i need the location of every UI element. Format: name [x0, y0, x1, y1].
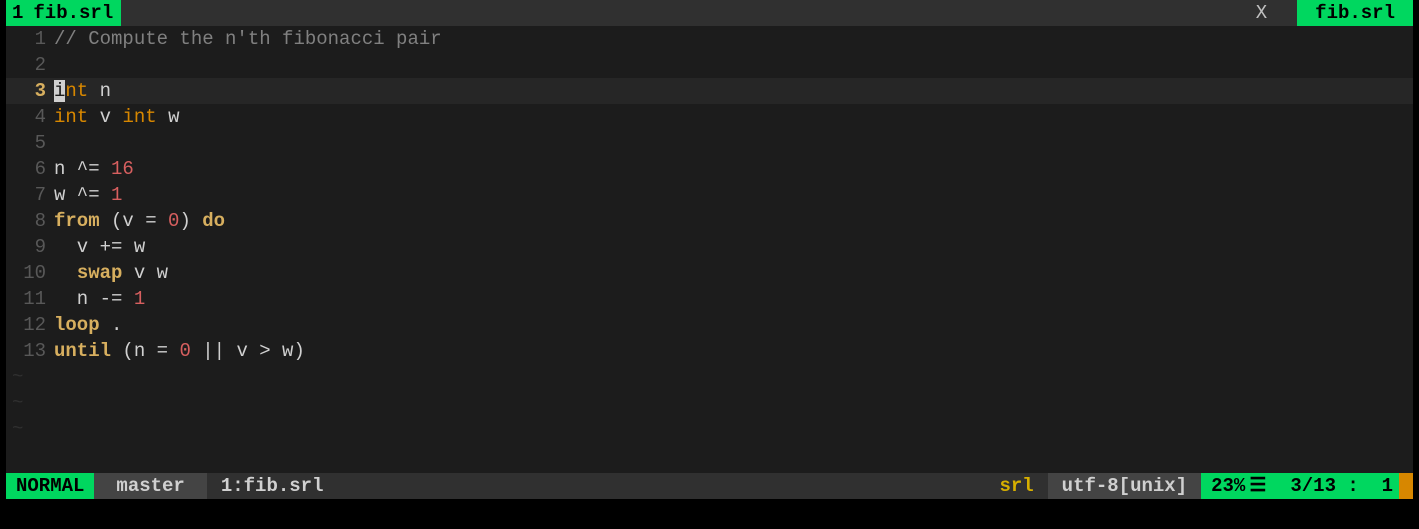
code-line[interactable]: 11 n -= 1 — [6, 286, 1413, 312]
tab-index: 1 — [12, 0, 23, 26]
line-number: 8 — [6, 208, 54, 234]
empty-line-tilde: ~ — [6, 364, 1413, 390]
line-content: until (n = 0 || v > w) — [54, 338, 305, 364]
line-number: 9 — [6, 234, 54, 260]
filetype-indicator: srl — [985, 473, 1047, 499]
percent-text: 23% — [1211, 473, 1245, 499]
encoding-text: utf-8[unix] — [1062, 473, 1187, 499]
code-line[interactable]: 9 v += w — [6, 234, 1413, 260]
code-line[interactable]: 2 — [6, 52, 1413, 78]
filetype-text: srl — [999, 473, 1033, 499]
code-line[interactable]: 3int n — [6, 78, 1413, 104]
line-number: 12 — [6, 312, 54, 338]
git-branch: master — [94, 473, 206, 499]
line-number: 2 — [6, 52, 54, 78]
tab-close-button[interactable]: X — [1246, 0, 1277, 26]
code-line[interactable]: 1// Compute the n'th fibonacci pair — [6, 26, 1413, 52]
buffer-indicator[interactable]: 1:fib.srl — [207, 473, 338, 499]
line-content: v += w — [54, 234, 145, 260]
line-content: // Compute the n'th fibonacci pair — [54, 26, 442, 52]
empty-line-tilde: ~ — [6, 390, 1413, 416]
code-line[interactable]: 12loop . — [6, 312, 1413, 338]
percent-icon: ☰ — [1249, 473, 1266, 499]
buffer-index: 1 — [221, 473, 232, 499]
encoding-indicator: utf-8[unix] — [1048, 473, 1201, 499]
code-line[interactable]: 13until (n = 0 || v > w) — [6, 338, 1413, 364]
code-line[interactable]: 5 — [6, 130, 1413, 156]
pos-line: 3 — [1290, 473, 1301, 499]
line-number: 11 — [6, 286, 54, 312]
pos-total: 13 — [1313, 473, 1336, 499]
mode-indicator: NORMAL — [6, 473, 94, 499]
line-number: 4 — [6, 104, 54, 130]
tab-bar: 1 fib.srl X fib.srl — [6, 0, 1413, 26]
line-content: int v int w — [54, 104, 179, 130]
pos-colon: : — [1336, 473, 1382, 499]
editor-inner: 1 fib.srl X fib.srl 1// Compute the n'th… — [6, 0, 1413, 499]
tab-secondary[interactable]: fib.srl — [1297, 0, 1413, 26]
line-content: int n — [54, 78, 111, 104]
cursor-position: 3/13 : 1 — [1276, 473, 1399, 499]
line-content: n ^= 16 — [54, 156, 134, 182]
tab-secondary-filename: fib.srl — [1315, 0, 1395, 26]
close-icon: X — [1256, 0, 1267, 26]
line-number: 1 — [6, 26, 54, 52]
line-content: swap v w — [54, 260, 168, 286]
code-line[interactable]: 4int v int w — [6, 104, 1413, 130]
pos-slash: / — [1302, 473, 1313, 499]
buffer-name: fib.srl — [244, 473, 324, 499]
branch-name: master — [116, 473, 184, 499]
line-number: 6 — [6, 156, 54, 182]
line-content: loop . — [54, 312, 122, 338]
status-bar: NORMAL master 1:fib.srl srl utf-8[unix] … — [6, 473, 1413, 499]
line-number: 7 — [6, 182, 54, 208]
empty-line-tilde: ~ — [6, 416, 1413, 442]
pos-col: 1 — [1382, 473, 1393, 499]
buffer-sep: : — [232, 473, 243, 499]
code-line[interactable]: 8from (v = 0) do — [6, 208, 1413, 234]
editor-window: 1 fib.srl X fib.srl 1// Compute the n'th… — [0, 0, 1419, 529]
code-line[interactable]: 10 swap v w — [6, 260, 1413, 286]
line-content: n -= 1 — [54, 286, 145, 312]
scroll-percent: 23% ☰ — [1201, 473, 1276, 499]
line-number: 3 — [6, 78, 54, 104]
line-content: w ^= 1 — [54, 182, 122, 208]
tab-filename: fib.srl — [33, 0, 113, 26]
line-number: 13 — [6, 338, 54, 364]
status-spacer — [337, 473, 985, 499]
warning-indicator — [1399, 473, 1413, 499]
code-line[interactable]: 6n ^= 16 — [6, 156, 1413, 182]
line-number: 10 — [6, 260, 54, 286]
mode-text: NORMAL — [16, 473, 84, 499]
tab-active[interactable]: 1 fib.srl — [6, 0, 121, 26]
tab-spacer — [121, 0, 1246, 26]
line-number: 5 — [6, 130, 54, 156]
line-content: from (v = 0) do — [54, 208, 225, 234]
code-line[interactable]: 7w ^= 1 — [6, 182, 1413, 208]
code-area[interactable]: 1// Compute the n'th fibonacci pair23int… — [6, 26, 1413, 473]
